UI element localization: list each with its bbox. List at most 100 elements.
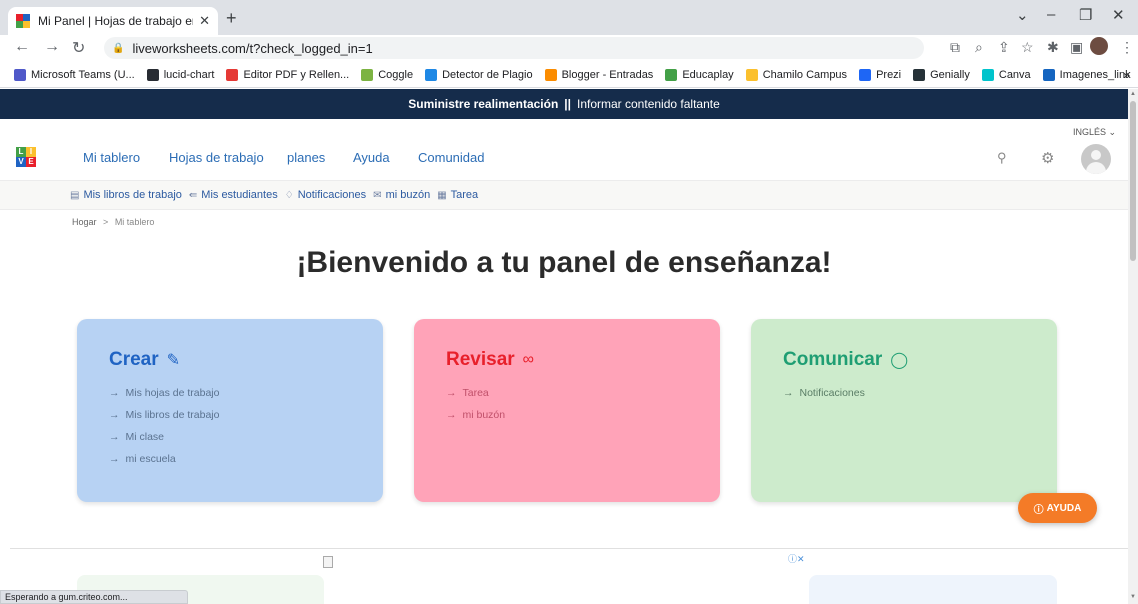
binoculars-icon: ∞ bbox=[522, 351, 535, 368]
feedback-bar: Suministre realimentación || Informar co… bbox=[0, 89, 1128, 119]
subnav-tarea[interactable]: ▦ Tarea bbox=[437, 189, 478, 201]
subnav-bar: ▤ Mis libros de trabajo ⇚ Mis estudiantes … bbox=[0, 180, 1128, 210]
card-crear-title[interactable]: Crear ✎ bbox=[109, 349, 383, 371]
scroll-thumb[interactable] bbox=[1130, 101, 1136, 261]
chat-bubble-icon: ◯ bbox=[890, 352, 909, 369]
subnav-label: Mis estudiantes bbox=[201, 189, 278, 201]
link-notificaciones[interactable]: → Notificaciones bbox=[783, 387, 1057, 399]
bookmark-label: Chamilo Campus bbox=[762, 68, 848, 81]
card-title-text: Revisar bbox=[446, 349, 515, 370]
address-bar[interactable]: 🔒 liveworksheets.com/t?check_logged_in=1 bbox=[104, 37, 924, 59]
subnav-mis-estudiantes[interactable]: ⇚ Mis estudiantes bbox=[189, 189, 278, 201]
gear-icon[interactable]: ⚙ bbox=[1041, 149, 1054, 167]
bookmark-item[interactable]: Prezi bbox=[859, 68, 901, 81]
report-missing-link[interactable]: Informar contenido faltante bbox=[577, 97, 720, 111]
subnav-notificaciones[interactable]: ♢ Notificaciones bbox=[285, 189, 366, 201]
bookmark-item[interactable]: Chamilo Campus bbox=[745, 68, 848, 81]
card-revisar-title[interactable]: Revisar ∞ bbox=[446, 349, 720, 371]
logo-letter: V bbox=[16, 157, 26, 167]
live-logo[interactable]: L I V E bbox=[16, 147, 36, 167]
link-mi-escuela[interactable]: → mi escuela bbox=[109, 453, 383, 465]
close-window-icon[interactable]: ✕ bbox=[1112, 6, 1125, 24]
bookmark-item[interactable]: Microsoft Teams (U... bbox=[14, 68, 135, 81]
close-tab-icon[interactable]: ✕ bbox=[199, 13, 210, 29]
bookmark-item[interactable]: Genially bbox=[913, 68, 970, 81]
divider bbox=[10, 548, 1128, 549]
bookmark-item[interactable]: Canva bbox=[981, 68, 1031, 81]
bookmark-item[interactable]: Blogger - Entradas bbox=[544, 68, 653, 81]
link-tarea[interactable]: → Tarea bbox=[446, 387, 720, 399]
help-button[interactable]: ⓘ AYUDA bbox=[1018, 493, 1097, 523]
logo-letter: L bbox=[16, 147, 26, 157]
book-icon: ▤ bbox=[70, 189, 80, 201]
share-icon[interactable]: ⇪ bbox=[998, 39, 1010, 56]
browser-tab[interactable]: Mi Panel | Hojas de trabajo en vi ✕ bbox=[8, 7, 218, 35]
minimize-icon[interactable]: – bbox=[1047, 6, 1055, 23]
ad-choices-icon[interactable]: ⓘ✕ bbox=[788, 552, 805, 565]
link-mis-libros[interactable]: → Mis libros de trabajo bbox=[109, 409, 383, 421]
translate-icon[interactable]: ⧉ bbox=[950, 39, 960, 56]
bookmark-icon bbox=[226, 68, 239, 81]
nav-ayuda[interactable]: Ayuda bbox=[353, 150, 390, 165]
back-icon[interactable]: ← bbox=[14, 38, 30, 56]
page-title: ¡Bienvenido a tu panel de enseñanza! bbox=[296, 246, 832, 279]
help-button-label: AYUDA bbox=[1046, 502, 1082, 514]
bookmark-item[interactable]: Coggle bbox=[361, 68, 413, 81]
language-selector[interactable]: INGLÉS ⌄ bbox=[1073, 127, 1116, 138]
breadcrumb: Hogar > Mi tablero bbox=[72, 217, 154, 227]
nav-planes[interactable]: planes bbox=[287, 150, 325, 165]
bookmark-icon bbox=[425, 68, 438, 81]
link-label: mi escuela bbox=[125, 453, 176, 465]
subnav-mi-buzon[interactable]: ✉ mi buzón bbox=[373, 189, 430, 201]
bookmark-item[interactable]: Educaplay bbox=[665, 68, 734, 81]
bookmark-label: Microsoft Teams (U... bbox=[31, 68, 135, 81]
bookmark-item[interactable]: Detector de Plagio bbox=[425, 68, 533, 81]
browser-tab-bar: Mi Panel | Hojas de trabajo en vi ✕ + ⌄ … bbox=[0, 0, 1138, 35]
user-avatar[interactable] bbox=[1081, 144, 1111, 174]
pencil-icon: ✎ bbox=[166, 352, 181, 369]
chevron-down-icon[interactable]: ⌄ bbox=[1016, 6, 1029, 24]
reload-icon[interactable]: ↻ bbox=[72, 38, 85, 58]
liveworksheets-favicon-icon bbox=[16, 14, 30, 28]
card-comunicar-title[interactable]: Comunicar ◯ bbox=[783, 349, 1057, 371]
forward-icon[interactable]: → bbox=[44, 38, 60, 56]
bookmark-icon bbox=[544, 68, 557, 81]
bookmarks-overflow-icon[interactable]: » bbox=[1123, 68, 1130, 82]
nav-mi-tablero[interactable]: Mi tablero bbox=[83, 150, 140, 165]
link-mi-buzon[interactable]: → mi buzón bbox=[446, 409, 720, 421]
extensions-icon[interactable]: ✱ bbox=[1047, 39, 1059, 56]
subnav-mis-libros[interactable]: ▤ Mis libros de trabajo bbox=[70, 189, 182, 201]
restore-icon[interactable]: ❐ bbox=[1079, 6, 1092, 24]
main-header: L I V E Mi tablero Hojas de trabajo plan… bbox=[0, 140, 1128, 176]
bookmark-label: Imagenes_link bbox=[1059, 68, 1131, 81]
star-icon[interactable]: ☆ bbox=[1021, 39, 1034, 56]
breadcrumb-home[interactable]: Hogar bbox=[72, 217, 97, 227]
nav-comunidad[interactable]: Comunidad bbox=[418, 150, 485, 165]
nav-hojas-de-trabajo[interactable]: Hojas de trabajo bbox=[169, 150, 264, 165]
bookmark-icon bbox=[146, 68, 159, 81]
page-scrollbar[interactable]: ▲ ▼ bbox=[1128, 89, 1138, 604]
sidebar-icon[interactable]: ▣ bbox=[1070, 39, 1083, 56]
zoom-icon[interactable]: ⌕ bbox=[975, 39, 983, 56]
link-mi-clase[interactable]: → Mi clase bbox=[109, 431, 383, 443]
bookmark-label: Editor PDF y Rellen... bbox=[243, 68, 350, 81]
link-mis-hojas[interactable]: → Mis hojas de trabajo bbox=[109, 387, 383, 399]
new-tab-icon[interactable]: + bbox=[226, 8, 237, 29]
subnav-label: Mis libros de trabajo bbox=[83, 189, 182, 201]
link-label: Mis hojas de trabajo bbox=[125, 387, 220, 399]
menu-icon[interactable]: ⋮ bbox=[1120, 39, 1134, 56]
bookmark-item[interactable]: Editor PDF y Rellen... bbox=[226, 68, 350, 81]
breadcrumb-separator: > bbox=[103, 217, 109, 227]
profile-avatar[interactable] bbox=[1090, 37, 1108, 55]
scroll-down-icon[interactable]: ▼ bbox=[1130, 594, 1136, 600]
bookmark-item[interactable]: lucid-chart bbox=[146, 68, 214, 81]
logo-letter: E bbox=[26, 157, 36, 167]
card-title-text: Comunicar bbox=[783, 349, 883, 370]
search-icon[interactable]: ⚲ bbox=[997, 150, 1007, 166]
bookmark-icon bbox=[14, 68, 26, 81]
breadcrumb-current: Mi tablero bbox=[114, 217, 155, 227]
bookmark-item[interactable]: Imagenes_link bbox=[1042, 68, 1131, 81]
scroll-up-icon[interactable]: ▲ bbox=[1130, 91, 1136, 97]
feedback-link[interactable]: Suministre realimentación bbox=[408, 97, 558, 111]
bookmarks-bar: Microsoft Teams (U... lucid-chart Editor P… bbox=[0, 62, 1138, 88]
